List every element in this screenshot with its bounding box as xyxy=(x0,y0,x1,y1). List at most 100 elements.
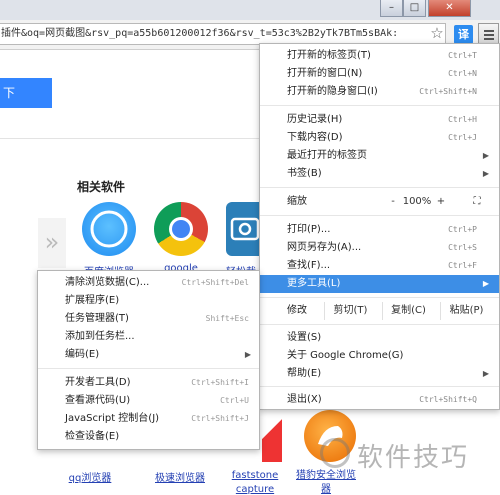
menu-item-label: 打开新的标签页(T) xyxy=(287,50,371,61)
menu-item-label: 缩放 xyxy=(287,196,307,207)
menu-item-new-window[interactable]: 打开新的窗口(N) Ctrl+N xyxy=(260,65,499,83)
menu-item-bookmarks[interactable]: 书签(B) ▶ xyxy=(260,165,499,183)
menu-item-label: 帮助(E) xyxy=(287,368,322,379)
menu-item-new-incognito[interactable]: 打开新的隐身窗口(I) Ctrl+Shift+N xyxy=(260,83,499,101)
menu-item-exit[interactable]: 退出(X) Ctrl+Shift+Q xyxy=(260,391,499,409)
menu-item-label: 关于 Google Chrome(G) xyxy=(287,350,404,361)
submenu-item-encoding[interactable]: 编码(E) ▶ xyxy=(38,346,259,364)
menu-item-label: 扩展程序(E) xyxy=(65,295,120,306)
menu-separator xyxy=(38,368,259,369)
menu-item-label: 清除浏览数据(C)... xyxy=(65,277,150,288)
baidu-browser-icon[interactable] xyxy=(82,202,136,256)
submenu-item-clear-data[interactable]: 清除浏览数据(C)... Ctrl+Shift+Del xyxy=(38,274,259,292)
menu-item-recent-tabs[interactable]: 最近打开的标签页 ▶ xyxy=(260,147,499,165)
menu-item-find[interactable]: 查找(F)... Ctrl+F xyxy=(260,257,499,275)
menu-item-label: JavaScript 控制台(J) xyxy=(65,413,160,424)
close-window-button[interactable]: ✕ xyxy=(428,0,471,17)
menu-item-history[interactable]: 历史记录(H) Ctrl+H xyxy=(260,111,499,129)
app-label[interactable]: qq浏览器 xyxy=(55,469,125,484)
menu-item-label: 网页另存为(A)... xyxy=(287,242,362,253)
shortcut: Ctrl+U xyxy=(220,396,249,405)
paste-button[interactable]: 粘贴(P) xyxy=(440,302,492,320)
app-label[interactable]: faststone capture xyxy=(221,469,289,495)
menu-item-help[interactable]: 帮助(E) ▶ xyxy=(260,365,499,383)
divider xyxy=(0,138,260,139)
menu-item-label: 最近打开的标签页 xyxy=(287,150,367,161)
app-label[interactable]: 猎豹安全浏览器 xyxy=(292,469,360,495)
restore-button[interactable]: □ xyxy=(403,0,426,17)
menu-item-label: 书签(B) xyxy=(287,168,322,179)
submenu-item-js-console[interactable]: JavaScript 控制台(J) Ctrl+Shift+J xyxy=(38,410,259,428)
shortcut: Ctrl+Shift+Del xyxy=(181,278,249,287)
menu-separator xyxy=(260,324,499,325)
menu-item-new-tab[interactable]: 打开新的标签页(T) Ctrl+T xyxy=(260,47,499,65)
menu-item-label: 设置(S) xyxy=(287,332,322,343)
menu-separator xyxy=(260,105,499,106)
submenu-item-task-manager[interactable]: 任务管理器(T) Shift+Esc xyxy=(38,310,259,328)
chrome-main-menu: 打开新的标签页(T) Ctrl+T 打开新的窗口(N) Ctrl+N 打开新的隐身窗… xyxy=(259,43,500,410)
star-icon[interactable]: ☆ xyxy=(428,24,446,42)
search-button[interactable]: 下 xyxy=(0,78,52,108)
cut-button[interactable]: 剪切(T) xyxy=(324,302,376,320)
faststone-icon[interactable] xyxy=(262,410,282,462)
submenu-item-dev-tools[interactable]: 开发者工具(D) Ctrl+Shift+I xyxy=(38,374,259,392)
menu-item-print[interactable]: 打印(P)... Ctrl+P xyxy=(260,221,499,239)
shortcut: Ctrl+Shift+N xyxy=(419,87,477,96)
menu-item-save-as[interactable]: 网页另存为(A)... Ctrl+S xyxy=(260,239,499,257)
submenu-item-extensions[interactable]: 扩展程序(E) xyxy=(38,292,259,310)
menu-separator xyxy=(260,215,499,216)
shortcut: Ctrl+J xyxy=(448,133,477,142)
shortcut: Ctrl+S xyxy=(448,243,477,252)
related-software-title: 相关软件 xyxy=(77,180,126,194)
fullscreen-icon[interactable]: ⛶ xyxy=(468,193,486,211)
shortcut: Ctrl+Shift+J xyxy=(191,414,249,423)
menu-item-label: 查看源代码(U) xyxy=(65,395,131,406)
menu-item-label: 检查设备(E) xyxy=(65,431,120,442)
app-label[interactable]: 极速浏览器 xyxy=(145,469,215,484)
submenu-arrow-icon: ▶ xyxy=(482,279,489,288)
submenu-arrow-icon: ▶ xyxy=(482,369,489,378)
chrome-menu-button[interactable] xyxy=(478,23,499,45)
minimize-button[interactable]: – xyxy=(380,0,403,17)
submenu-item-inspect[interactable]: 检查设备(E) xyxy=(38,428,259,446)
menu-item-label: 任务管理器(T) xyxy=(65,313,129,324)
menu-item-label: 打开新的隐身窗口(I) xyxy=(287,86,378,97)
menu-separator xyxy=(260,187,499,188)
menu-item-about[interactable]: 关于 Google Chrome(G) xyxy=(260,347,499,365)
submenu-arrow-icon: ▶ xyxy=(244,350,251,359)
submenu-item-view-source[interactable]: 查看源代码(U) Ctrl+U xyxy=(38,392,259,410)
menu-item-label: 修改 xyxy=(287,305,307,316)
shortcut: Ctrl+T xyxy=(448,51,477,60)
address-bar[interactable]: 插件&oq=网页截图&rsv_pq=a55b601200012f36&rsv_t… xyxy=(0,23,446,45)
menu-item-settings[interactable]: 设置(S) xyxy=(260,329,499,347)
submenu-arrow-icon: ▶ xyxy=(482,169,489,178)
menu-item-label: 查找(F)... xyxy=(287,260,331,271)
capture-app-icon[interactable] xyxy=(226,202,260,256)
menu-item-downloads[interactable]: 下载内容(D) Ctrl+J xyxy=(260,129,499,147)
chrome-icon[interactable] xyxy=(154,202,208,256)
shortcut: Ctrl+F xyxy=(448,261,477,270)
menu-separator xyxy=(260,297,499,298)
translate-extension-icon[interactable]: 译 xyxy=(454,25,473,44)
menu-item-label: 下载内容(D) xyxy=(287,132,343,143)
menu-item-edit: 修改 剪切(T) 复制(C) 粘贴(P) xyxy=(260,302,499,320)
menu-item-label: 更多工具(L) xyxy=(287,278,341,289)
menu-separator xyxy=(260,386,499,387)
watermark-text: 软件技巧 xyxy=(357,443,470,473)
shortcut: Shift+Esc xyxy=(205,314,249,323)
menu-item-more-tools[interactable]: 更多工具(L) ▶ xyxy=(260,275,499,293)
shortcut: Ctrl+H xyxy=(448,115,477,124)
zoom-out-button[interactable]: - xyxy=(386,193,400,211)
shortcut: Ctrl+Shift+I xyxy=(191,378,249,387)
window-titlebar: – □ ✕ xyxy=(0,0,500,20)
menu-item-label: 打开新的窗口(N) xyxy=(287,68,363,79)
submenu-item-add-taskbar[interactable]: 添加到任务栏... xyxy=(38,328,259,346)
copy-button[interactable]: 复制(C) xyxy=(382,302,434,320)
menu-item-label: 历史记录(H) xyxy=(287,114,343,125)
watermark-logo-icon xyxy=(320,438,350,468)
menu-item-label: 编码(E) xyxy=(65,349,100,360)
shortcut: Ctrl+P xyxy=(448,225,477,234)
zoom-in-button[interactable]: + xyxy=(434,193,448,211)
carousel-prev-button[interactable]: » xyxy=(38,218,66,268)
menu-item-label: 开发者工具(D) xyxy=(65,377,131,388)
